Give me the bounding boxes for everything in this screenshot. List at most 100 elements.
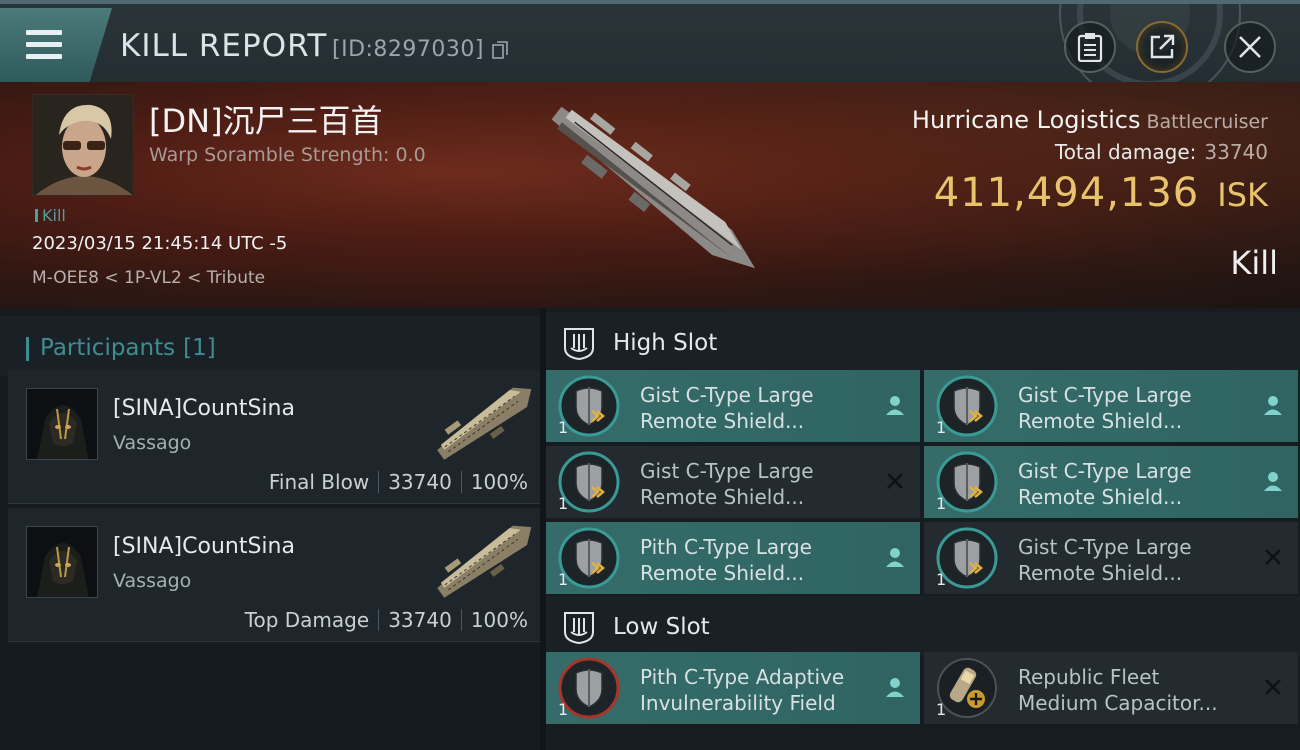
participants-title: Participants [1] [26,335,216,361]
high-slot-header: High Slot [546,312,1300,372]
participant-avatar[interactable] [26,526,98,598]
hamburger-icon [26,30,62,60]
isk-value: 411,494,136 ISK [934,170,1268,216]
participant-role: Top Damage [244,608,370,632]
fitted-status-icon [1262,470,1284,492]
ship-name-label: Hurricane Logistics [911,106,1141,134]
module-name: Gist C-Type Large Remote Shield... [1018,534,1248,586]
participant-avatar[interactable] [26,388,98,460]
participant-ship: Vassago [113,432,192,454]
high-slot-icon [564,328,594,360]
participant-role: Final Blow [268,470,370,494]
participant-ship-image[interactable] [428,376,543,468]
copy-icon[interactable] [492,41,508,59]
high-slot-label: High Slot [613,330,718,356]
module-name-line2: Medium Capacitor... [1018,691,1218,715]
module-name: Gist C-Type Large Remote Shield... [640,458,870,510]
victim-ship-image[interactable] [520,90,790,290]
module-name: Pith C-Type Large Remote Shield... [640,534,870,586]
low-slot-icon [564,612,594,644]
isk-amount: 411,494,136 [933,170,1200,216]
module-tile[interactable]: 1 Gist C-Type Large Remote Shield... [546,370,920,442]
participant-card[interactable]: [SINA]CountSina Vassago Final Blow 33740 1… [8,370,540,504]
fitted-status-icon [1262,394,1284,416]
share-button[interactable] [1136,21,1188,73]
total-damage-label: Total damage: [1054,140,1197,164]
module-name-line1: Pith C-Type Adaptive [640,665,845,689]
module-quantity: 1 [558,494,569,513]
warp-scramble-strength: Warp Soramble Strength: 0.0 [149,144,426,166]
total-damage: Total damage: 33740 [1055,140,1268,164]
participant-ship-image[interactable] [428,514,543,606]
victim-ship-name[interactable]: Hurricane Logistics Battlecruiser [912,106,1268,134]
total-damage-value: 33740 [1204,140,1268,164]
clipboard-button[interactable] [1064,21,1116,73]
participant-percent: 100% [470,470,528,494]
participant-stats: Final Blow 33740 100% [269,470,528,494]
close-icon [1239,36,1261,58]
module-quantity: 1 [936,418,947,437]
participants-title-label: Participants [40,335,176,361]
module-quantity: 1 [558,700,569,719]
module-quantity: 1 [558,570,569,589]
destroyed-status-icon [884,470,906,492]
participant-stats: Top Damage 33740 100% [245,608,528,632]
menu-button[interactable] [0,8,112,82]
module-name-line1: Gist C-Type Large [1018,383,1192,407]
fitted-status-icon [884,546,906,568]
report-id: [ID:8297030] [332,37,484,62]
participant-ship: Vassago [113,570,192,592]
kill-location[interactable]: M-OEE8 < 1P-VL2 < Tribute [32,268,265,288]
ship-class-label: Battlecruiser [1146,111,1268,133]
kill-tag: Kill [35,206,66,225]
participant-damage: 33740 [388,608,452,632]
victim-name[interactable]: [DN]沉尸三百首 [149,96,383,142]
module-name-line2: Remote Shield... [640,485,805,509]
module-quantity: 1 [558,418,569,437]
module-name-line2: Remote Shield... [1018,409,1183,433]
module-name-line1: Gist C-Type Large [640,383,814,407]
module-tile[interactable]: 1 Pith C-Type Adaptive Invulnerability Fie… [546,652,920,724]
module-name-line1: Gist C-Type Large [640,459,814,483]
participants-panel: Participants [1] [SINA]CountSina Vassago [0,308,540,750]
participant-damage: 33740 [388,470,452,494]
participant-name[interactable]: [SINA]CountSina [113,534,295,559]
fitted-status-icon [884,394,906,416]
destroyed-status-icon [1262,546,1284,568]
module-name-line1: Gist C-Type Large [1018,535,1192,559]
participant-name[interactable]: [SINA]CountSina [113,396,295,421]
module-name-line1: Republic Fleet [1018,665,1160,689]
module-tile[interactable]: 1 Gist C-Type Large Remote Shield... [924,370,1298,442]
module-name-line2: Remote Shield... [1018,561,1183,585]
destroyed-status-icon [1262,676,1284,698]
module-quantity: 1 [936,494,947,513]
kill-datetime: 2023/03/15 21:45:14 UTC -5 [32,233,288,254]
fitting-panel: High Slot 1 Gist C-Type Large Remote Shiel… [546,308,1300,750]
module-name-line2: Remote Shield... [1018,485,1183,509]
victim-summary: [DN]沉尸三百首 Warp Soramble Strength: 0.0 Ki… [0,82,1300,308]
clipboard-icon [1077,33,1103,62]
fitted-status-icon [884,676,906,698]
module-name-line2: Invulnerability Field [640,691,836,715]
module-name: Gist C-Type Large Remote Shield... [640,382,870,434]
participants-count: [1] [183,335,216,361]
module-tile[interactable]: 1 Gist C-Type Large Remote Shield... [924,522,1298,594]
participant-card[interactable]: [SINA]CountSina Vassago Top Damage 33740 1… [8,508,540,642]
module-quantity: 1 [936,570,947,589]
module-tile[interactable]: 1 Pith C-Type Large Remote Shield... [546,522,920,594]
module-tile[interactable]: 1 Gist C-Type Large Remote Shield... [924,446,1298,518]
victim-portrait[interactable] [32,94,134,196]
participants-header: Participants [1] [0,316,540,376]
low-slot-label: Low Slot [613,614,710,640]
participant-percent: 100% [470,608,528,632]
close-button[interactable] [1224,21,1276,73]
module-name-line2: Remote Shield... [640,561,805,585]
low-slot-header: Low Slot [546,596,1300,656]
page-title: KILL REPORT [120,28,328,64]
module-name: Republic Fleet Medium Capacitor... [1018,664,1248,716]
module-name: Pith C-Type Adaptive Invulnerability Fiel… [640,664,870,716]
module-tile[interactable]: 1 Gist C-Type Large Remote Shield... [546,446,920,518]
title-bar: KILL REPORT [ID:8297030] [0,0,1300,86]
module-tile[interactable]: 1 Republic Fleet Medium Capacitor... [924,652,1298,724]
module-name-line1: Pith C-Type Large [640,535,812,559]
